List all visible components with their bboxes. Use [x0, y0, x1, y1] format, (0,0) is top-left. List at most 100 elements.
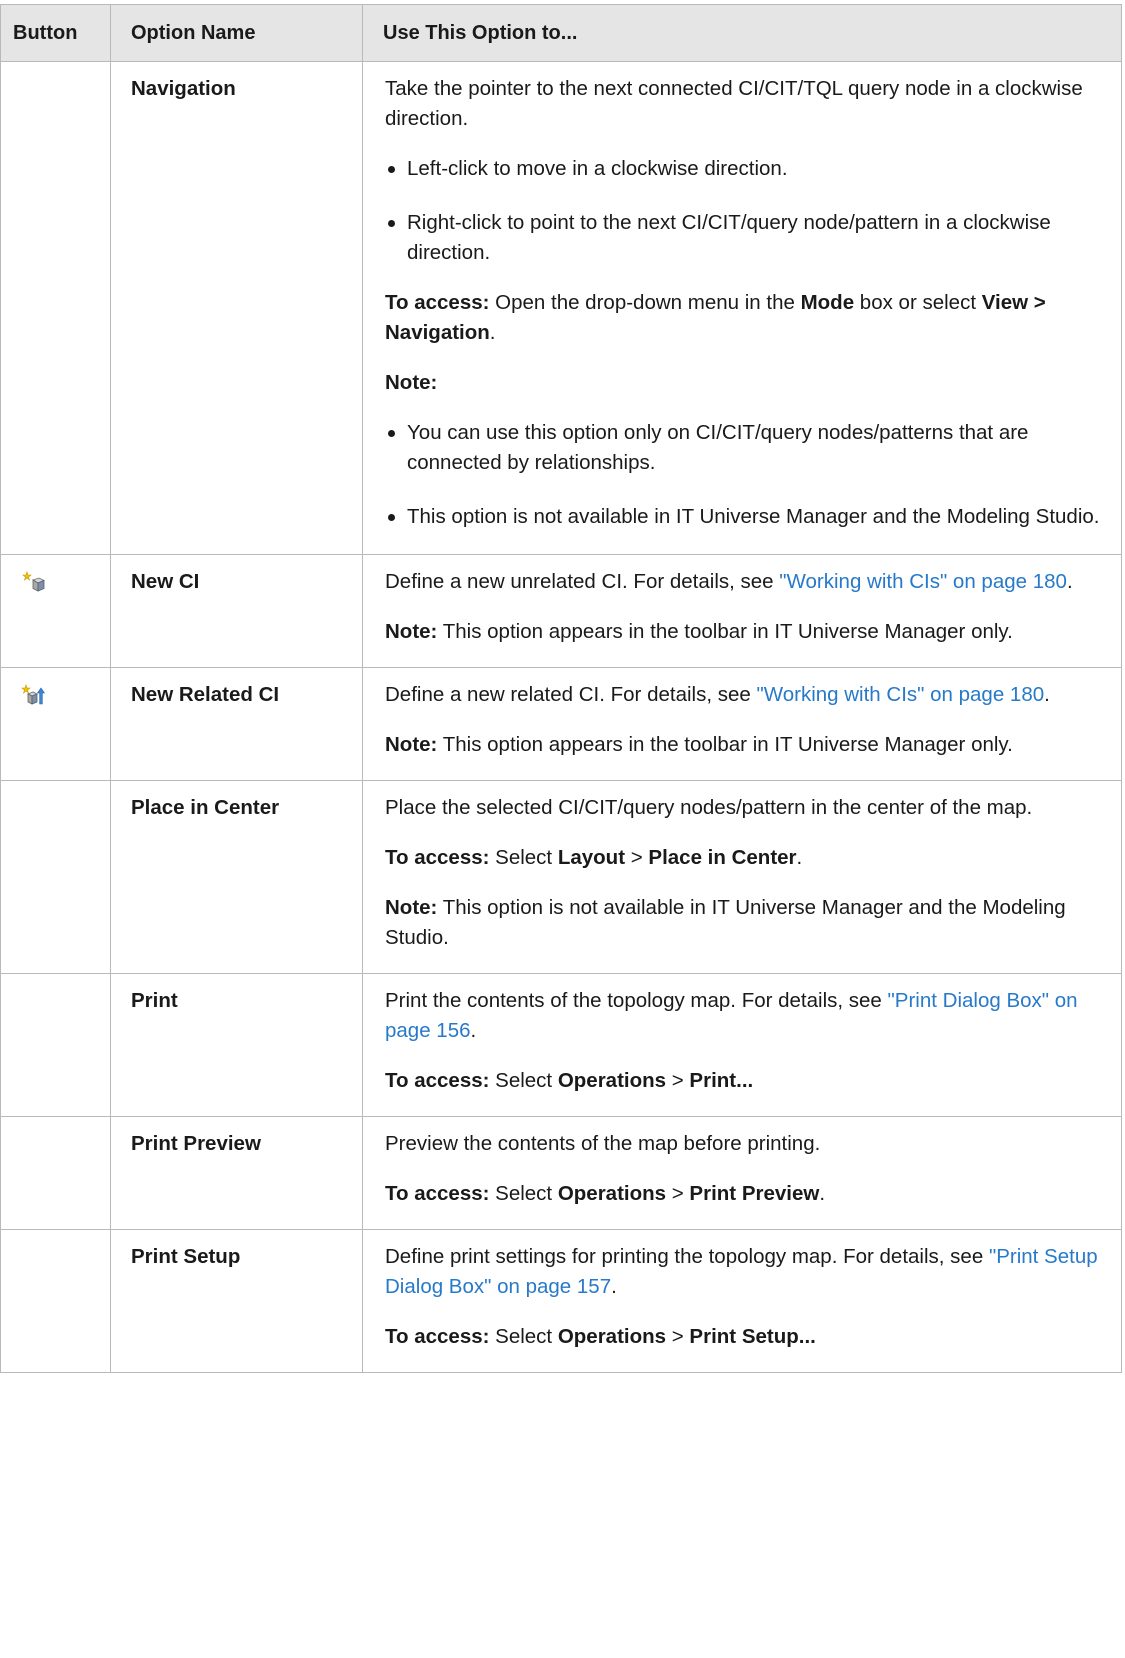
access-text-part: >	[625, 846, 649, 869]
header-option-name: Option Name	[110, 4, 363, 62]
button-cell	[0, 1229, 111, 1373]
access-text: To access: Select Layout > Place in Cent…	[385, 843, 1107, 873]
access-text-part: .	[796, 846, 803, 869]
option-name: Place in Center	[110, 780, 363, 974]
list-item: This option is not available in IT Unive…	[385, 502, 1107, 532]
access-text-part: .	[819, 1182, 826, 1205]
new-ci-icon[interactable]	[21, 571, 45, 595]
button-cell	[0, 780, 111, 974]
access-path-part: Print Setup...	[689, 1325, 816, 1348]
description-text-part: Define a new unrelated CI. For details, …	[385, 570, 780, 593]
access-path-part: Operations	[557, 1325, 667, 1348]
option-name: Print Setup	[110, 1229, 363, 1373]
note-label: Note:	[385, 896, 438, 919]
options-table: Button Option Name Use This Option to...…	[0, 4, 1122, 1373]
description-text-part: .	[1044, 683, 1050, 706]
bullet-list: Left-click to move in a clockwise direct…	[385, 154, 1107, 268]
access-text-part: >	[666, 1069, 690, 1092]
description-text-part: .	[1066, 570, 1073, 593]
note-text: Note: This option appears in the toolbar…	[385, 730, 1107, 760]
option-description: Preview the contents of the map before p…	[362, 1116, 1122, 1230]
description-text-part: .	[470, 1019, 477, 1042]
access-text-part: Open the drop-down menu in the	[489, 291, 801, 314]
option-description: Define a new unrelated CI. For details, …	[362, 554, 1122, 668]
note-bullet-list: You can use this option only on CI/CIT/q…	[385, 418, 1107, 532]
access-text: To access: Select Operations > Print Pre…	[385, 1179, 1107, 1209]
description-text-part: Define a new related CI. For details, se…	[385, 683, 757, 706]
description-text: Define a new unrelated CI. For details, …	[385, 567, 1107, 597]
option-name: Navigation	[110, 61, 363, 555]
access-text-part: Select	[489, 1182, 558, 1205]
access-path-part: Operations	[557, 1069, 667, 1092]
list-item: Left-click to move in a clockwise direct…	[385, 154, 1107, 184]
access-path-part: Mode	[800, 291, 855, 314]
note-label: Note:	[385, 620, 438, 643]
option-description: Place the selected CI/CIT/query nodes/pa…	[362, 780, 1122, 974]
note-label-text: Note:	[385, 371, 438, 394]
description-text: Take the pointer to the next connected C…	[385, 77, 1083, 130]
new-related-ci-icon[interactable]	[21, 684, 45, 708]
option-description: Define a new related CI. For details, se…	[362, 667, 1122, 781]
button-cell	[0, 1116, 111, 1230]
working-with-cis-link[interactable]: "Working with CIs" on page 180	[756, 683, 1044, 706]
table-row: Navigation Take the pointer to the next …	[0, 61, 1122, 555]
table-row: Place in Center Place the selected CI/CI…	[0, 780, 1122, 974]
note-label: Note:	[385, 368, 1107, 398]
access-label: To access:	[385, 846, 490, 869]
button-cell	[0, 973, 111, 1117]
access-text-part: Select	[489, 1069, 558, 1092]
option-description: Print the contents of the topology map. …	[362, 973, 1122, 1117]
header-button: Button	[0, 4, 111, 62]
option-description: Take the pointer to the next connected C…	[362, 61, 1122, 555]
option-name: New CI	[110, 554, 363, 668]
option-name: Print Preview	[110, 1116, 363, 1230]
access-label: To access:	[385, 291, 490, 314]
access-label: To access:	[385, 1325, 490, 1348]
access-path-part: Layout	[557, 846, 626, 869]
access-text: To access: Select Operations > Print Set…	[385, 1322, 1107, 1352]
option-name: New Related CI	[110, 667, 363, 781]
access-text-part: >	[666, 1182, 690, 1205]
access-text-part: >	[666, 1325, 690, 1348]
description-text: Print the contents of the topology map. …	[385, 986, 1107, 1046]
access-text-part: .	[489, 321, 496, 344]
option-name: Print	[110, 973, 363, 1117]
access-label: To access:	[385, 1069, 490, 1092]
access-label: To access:	[385, 1182, 490, 1205]
description-text-part: .	[611, 1275, 617, 1298]
note-text-part: This option is not available in IT Unive…	[385, 896, 1066, 949]
list-item: Right-click to point to the next CI/CIT/…	[385, 208, 1107, 268]
button-cell	[0, 667, 111, 781]
note-text-part: This option appears in the toolbar in IT…	[437, 733, 1013, 756]
header-use-this-option: Use This Option to...	[362, 4, 1122, 62]
button-cell	[0, 554, 111, 668]
description-text-part: Define print settings for printing the t…	[385, 1245, 989, 1268]
working-with-cis-link[interactable]: "Working with CIs" on page 180	[779, 570, 1067, 593]
access-path-part: Print...	[689, 1069, 754, 1092]
description-text: Define print settings for printing the t…	[385, 1242, 1107, 1302]
table-row: Print Preview Preview the contents of th…	[0, 1116, 1122, 1230]
note-label: Note:	[385, 733, 438, 756]
description-text: Preview the contents of the map before p…	[385, 1132, 821, 1155]
table-row: New CI Define a new unrelated CI. For de…	[0, 554, 1122, 668]
description-text-part: Print the contents of the topology map. …	[385, 989, 888, 1012]
note-text-part: This option appears in the toolbar in IT…	[437, 620, 1013, 643]
description-text: Place the selected CI/CIT/query nodes/pa…	[385, 796, 1033, 819]
list-item: You can use this option only on CI/CIT/q…	[385, 418, 1107, 478]
button-cell	[0, 61, 111, 555]
note-text: Note: This option is not available in IT…	[385, 893, 1107, 953]
table-row: Print Print the contents of the topology…	[0, 973, 1122, 1117]
table-row: New Related CI Define a new related CI. …	[0, 667, 1122, 781]
table-row: Print Setup Define print settings for pr…	[0, 1229, 1122, 1373]
access-path-part: Place in Center	[648, 846, 797, 869]
table-header-row: Button Option Name Use This Option to...	[0, 4, 1122, 62]
access-text-part: box or select	[854, 291, 982, 314]
access-text: To access: Select Operations > Print...	[385, 1066, 1107, 1096]
access-text-part: Select	[489, 846, 558, 869]
access-path-part: Operations	[557, 1182, 667, 1205]
note-text: Note: This option appears in the toolbar…	[385, 617, 1107, 647]
description-text: Define a new related CI. For details, se…	[385, 680, 1107, 710]
access-path-part: Print Preview	[689, 1182, 820, 1205]
access-text-part: Select	[489, 1325, 558, 1348]
option-description: Define print settings for printing the t…	[362, 1229, 1122, 1373]
